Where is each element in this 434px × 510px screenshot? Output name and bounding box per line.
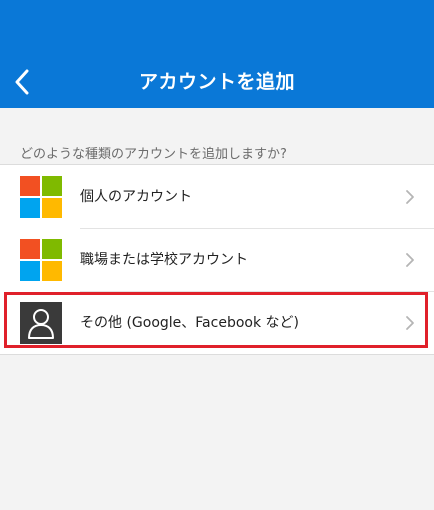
app-header: アカウントを追加	[0, 0, 434, 108]
section-prompt: どのような種類のアカウントを追加しますか?	[20, 147, 287, 162]
chevron-right-icon	[406, 316, 414, 330]
chevron-right-icon	[406, 253, 414, 267]
account-type-list: 個人のアカウント 職場または学校アカウント その他 (Google、Facebo…	[0, 164, 434, 355]
page-title: アカウントを追加	[138, 71, 295, 93]
microsoft-logo-icon	[20, 239, 62, 281]
chevron-right-icon	[406, 190, 414, 204]
account-option-label: 個人のアカウント	[80, 189, 192, 205]
account-option-other[interactable]: その他 (Google、Facebook など)	[0, 291, 434, 354]
account-option-work-school[interactable]: 職場または学校アカウント	[0, 228, 434, 291]
person-icon	[20, 302, 62, 344]
account-option-personal[interactable]: 個人のアカウント	[0, 165, 434, 228]
microsoft-logo-icon	[20, 176, 62, 218]
account-option-label: 職場または学校アカウント	[80, 252, 248, 268]
account-option-label: その他 (Google、Facebook など)	[80, 315, 299, 331]
